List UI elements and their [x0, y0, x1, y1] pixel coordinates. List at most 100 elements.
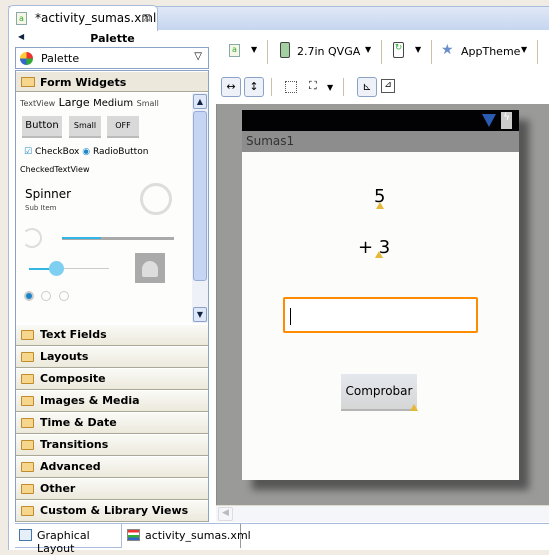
bottom-tabs: Graphical Layout activity_sumas.xml — [15, 523, 549, 555]
widget-radiobutton[interactable]: RadioButton — [93, 147, 148, 157]
rating-radio-1[interactable] — [24, 291, 34, 301]
scroll-up-icon[interactable]: ▲ — [193, 94, 207, 109]
category-time-date[interactable]: Time & Date — [16, 413, 208, 434]
widget-toggle-button[interactable]: OFF — [107, 116, 139, 138]
rating-radio-2[interactable] — [41, 291, 51, 301]
category-label: Layouts — [40, 350, 89, 363]
zoom-fit-icon[interactable]: ⛶ — [309, 79, 317, 93]
close-tab-icon[interactable]: ⊠ — [142, 11, 151, 24]
layout-toolbar-2: ↔ ↕ ⛶ ▼ ⊾ ⊿ — [215, 74, 549, 100]
theme-selector[interactable]: AppTheme — [461, 45, 520, 58]
form-widgets-list: TextView Large Medium Small Button Small… — [16, 93, 192, 323]
scroll-thumb[interactable] — [193, 111, 207, 281]
editor-tab[interactable]: a *activity_sumas.xml ⊠ — [8, 5, 158, 31]
check-button[interactable]: Comprobar — [341, 374, 417, 411]
category-label: Time & Date — [40, 416, 117, 429]
android-image-icon[interactable] — [135, 253, 165, 283]
dropdown-arrow-icon[interactable]: ▼ — [415, 45, 421, 54]
answer-input[interactable] — [283, 297, 478, 333]
layout-gravity-icon[interactable]: ⊿ — [381, 79, 395, 93]
category-label: Custom & Library Views — [40, 504, 189, 517]
widget-button[interactable]: Button — [22, 116, 62, 138]
battery-icon: ϟ — [501, 112, 512, 129]
tab-label: Graphical Layout — [37, 529, 90, 555]
dropdown-arrow-icon[interactable]: ▼ — [327, 83, 333, 92]
folder-icon — [21, 396, 34, 406]
rotate-icon[interactable]: ↻ — [393, 42, 404, 58]
progress-horizontal[interactable] — [62, 237, 174, 240]
folder-icon — [21, 440, 34, 450]
fill-width-icon[interactable]: ↔ — [221, 77, 241, 97]
config-icon[interactable]: a — [229, 44, 240, 57]
tab-xml-source[interactable]: activity_sumas.xml — [123, 524, 251, 548]
widget-small-text[interactable]: Small — [137, 99, 159, 108]
status-bar: ϟ — [242, 110, 519, 131]
canvas-hscrollbar[interactable]: ◀ — [216, 505, 549, 522]
progress-medium-icon[interactable] — [22, 228, 42, 248]
widget-medium-text[interactable]: Medium — [93, 98, 133, 109]
device-selector[interactable]: 2.7in QVGA — [297, 45, 360, 58]
seekbar[interactable] — [29, 268, 109, 270]
text-cursor — [290, 308, 291, 325]
dropdown-arrow-icon[interactable]: ▼ — [521, 45, 527, 54]
category-composite[interactable]: Composite — [16, 369, 208, 390]
margins-icon[interactable] — [285, 81, 297, 93]
category-label: Advanced — [40, 460, 101, 473]
collapse-arrow-icon[interactable]: ◀ — [18, 32, 24, 41]
layout-alignment-icon[interactable]: ⊾ — [357, 77, 377, 97]
widget-large-text[interactable]: Large — [59, 96, 90, 109]
category-transitions[interactable]: Transitions — [16, 435, 208, 456]
category-custom-library-views[interactable]: Custom & Library Views — [16, 501, 208, 522]
radio-icon: ◉ — [82, 147, 91, 157]
scroll-left-icon[interactable]: ◀ — [218, 507, 233, 521]
tab-label: activity_sumas.xml — [145, 529, 251, 542]
palette-icon — [20, 52, 33, 65]
app-title-bar: Sumas1 — [242, 131, 519, 152]
category-label: Transitions — [40, 438, 109, 451]
dropdown-arrow-icon: ▽ — [194, 51, 202, 62]
layout-icon — [19, 529, 32, 541]
category-label: Form Widgets — [40, 76, 127, 89]
scroll-down-icon[interactable]: ▼ — [193, 307, 207, 322]
editor-tab-title: *activity_sumas.xml — [35, 11, 157, 25]
category-layouts[interactable]: Layouts — [16, 347, 208, 368]
star-icon: ★ — [441, 42, 454, 58]
progress-large-icon[interactable] — [140, 183, 172, 215]
device-screen: ϟ Sumas1 5 + 3 Comprobar — [242, 110, 519, 480]
category-images-media[interactable]: Images & Media — [16, 391, 208, 412]
category-advanced[interactable]: Advanced — [16, 457, 208, 478]
widget-small-button[interactable]: Small — [69, 116, 101, 138]
fill-height-icon[interactable]: ↕ — [244, 77, 264, 97]
palette-dropdown[interactable]: Palette ▽ — [15, 47, 209, 69]
warning-icon — [375, 251, 383, 258]
seekbar-thumb[interactable] — [49, 261, 64, 276]
widget-textview[interactable]: TextView — [20, 99, 55, 108]
warning-icon — [376, 202, 384, 209]
category-label: Images & Media — [40, 394, 140, 407]
dropdown-arrow-icon[interactable]: ▼ — [251, 45, 257, 54]
checkbox-icon: ☑ — [24, 147, 33, 157]
palette-scrollbar[interactable]: ▲ ▼ — [192, 93, 208, 323]
palette-header: ◀ Palette — [15, 32, 210, 46]
open-folder-icon — [21, 77, 35, 87]
widget-spinner-subitem: Sub Item — [25, 204, 57, 212]
folder-icon — [21, 462, 34, 472]
widget-checkedtextview[interactable]: CheckedTextView — [20, 165, 90, 174]
category-other[interactable]: Other — [16, 479, 208, 500]
signal-icon — [482, 114, 496, 127]
widget-spinner[interactable]: Spinner — [25, 187, 71, 201]
tab-graphical-layout[interactable]: Graphical Layout — [15, 524, 122, 555]
folder-icon — [21, 330, 34, 340]
category-label: Other — [40, 482, 76, 495]
dropdown-arrow-icon[interactable]: ▼ — [365, 45, 371, 54]
category-form-widgets[interactable]: Form Widgets — [16, 72, 208, 92]
palette-title: Palette — [90, 32, 135, 45]
widget-checkbox[interactable]: CheckBox — [35, 147, 79, 157]
android-file-icon: a — [16, 12, 27, 25]
rating-radio-3[interactable] — [59, 291, 69, 301]
warning-icon — [410, 404, 418, 411]
device-icon — [280, 42, 290, 58]
xml-file-icon — [127, 529, 140, 541]
category-text-fields[interactable]: Text Fields — [16, 325, 208, 346]
layout-toolbar: a ▼ 2.7in QVGA ▼ ↻ ▼ ★ AppTheme ▼ — [215, 36, 549, 68]
